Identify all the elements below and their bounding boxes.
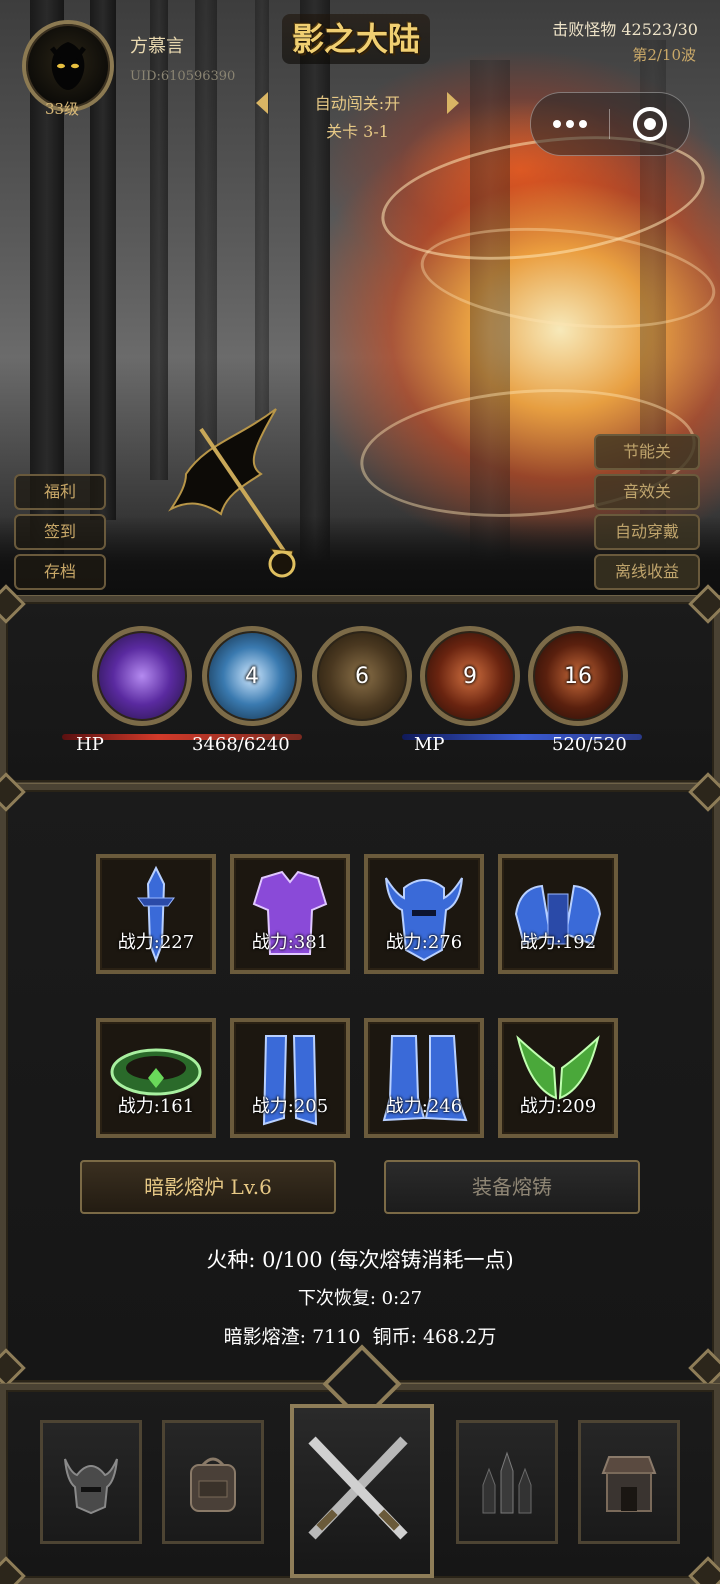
more-options-icon[interactable]: [553, 115, 589, 133]
auto-challenge-toggle[interactable]: 自动闯关:开: [270, 90, 445, 114]
next-stage-arrow-icon[interactable]: [447, 92, 459, 114]
battle-scene: 33级 方慕言 UID:610596390 影之大陆 击败怪物 42523/30…: [0, 0, 720, 596]
shadow-furnace-button[interactable]: 暗影熔炉 Lv.6: [80, 1160, 336, 1214]
player-uid: UID:610596390: [130, 69, 236, 84]
player-name: 方慕言: [130, 36, 184, 57]
nav-shop-button[interactable]: [578, 1420, 680, 1544]
equipment-slot-shoulders[interactable]: 战力:192: [498, 854, 618, 974]
hp-label: HP: [76, 734, 104, 755]
player-character-icon: [168, 408, 296, 578]
prev-stage-arrow-icon[interactable]: [256, 92, 268, 114]
equipment-forge-button[interactable]: 装备熔铸: [384, 1160, 640, 1214]
equipment-slot-boots[interactable]: 战力:246: [364, 1018, 484, 1138]
sound-toggle[interactable]: 音效关: [594, 474, 700, 510]
wave-counter: 第2/10波: [632, 46, 696, 64]
close-miniprogram-icon[interactable]: [633, 107, 667, 141]
skill-orb-ice[interactable]: 4: [202, 626, 302, 726]
game-logo: 影之大陆: [282, 14, 430, 64]
miniprogram-capsule: [530, 92, 690, 156]
nav-hero-button[interactable]: [40, 1420, 142, 1544]
auto-equip-toggle[interactable]: 自动穿戴: [594, 514, 700, 550]
stage-label: 关卡 3-1: [326, 122, 389, 141]
equipment-slot-wings[interactable]: 战力:209: [498, 1018, 618, 1138]
skill-orb-lightning[interactable]: [92, 626, 192, 726]
nav-battle-button[interactable]: [290, 1404, 434, 1578]
kill-counter: 击败怪物 42523/30: [552, 20, 698, 39]
offline-rewards-button[interactable]: 离线收益: [594, 554, 700, 590]
power-saving-toggle[interactable]: 节能关: [594, 434, 700, 470]
welfare-button[interactable]: 福利: [14, 474, 106, 510]
equipment-slot-helmet[interactable]: 战力:276: [364, 854, 484, 974]
save-button[interactable]: 存档: [14, 554, 106, 590]
mp-label: MP: [414, 734, 445, 755]
hp-value: 3468/6240: [192, 734, 290, 755]
castle-nav-icon: [482, 1451, 532, 1514]
shadow-avatar-icon: [50, 42, 86, 90]
checkin-button[interactable]: 签到: [14, 514, 106, 550]
skill-orb-earth[interactable]: 6: [312, 626, 412, 726]
equipment-slot-armor[interactable]: 战力:381: [230, 854, 350, 974]
skill-orb-fire[interactable]: 9: [420, 626, 520, 726]
player-level: 33级: [44, 100, 80, 118]
crossed-swords-nav-icon: [308, 1436, 408, 1540]
equipment-slot-greaves[interactable]: 战力:205: [230, 1018, 350, 1138]
helmet-nav-icon: [64, 1458, 118, 1515]
nav-castle-button[interactable]: [456, 1420, 558, 1544]
skill-orb-fire-2[interactable]: 16: [528, 626, 628, 726]
recover-timer: 下次恢复: 0:27: [297, 1288, 423, 1309]
fire-seed-info: 火种: 0/100 (每次熔铸消耗一点): [206, 1248, 514, 1272]
equipment-slot-belt[interactable]: 战力:161: [96, 1018, 216, 1138]
game-screen: 33级 方慕言 UID:610596390 影之大陆 击败怪物 42523/30…: [0, 0, 720, 1584]
mp-value: 520/520: [552, 734, 627, 755]
equipment-slot-weapon[interactable]: 战力:227: [96, 854, 216, 974]
backpack-nav-icon: [190, 1457, 236, 1512]
nav-bag-button[interactable]: [162, 1420, 264, 1544]
shop-nav-icon: [601, 1456, 657, 1512]
